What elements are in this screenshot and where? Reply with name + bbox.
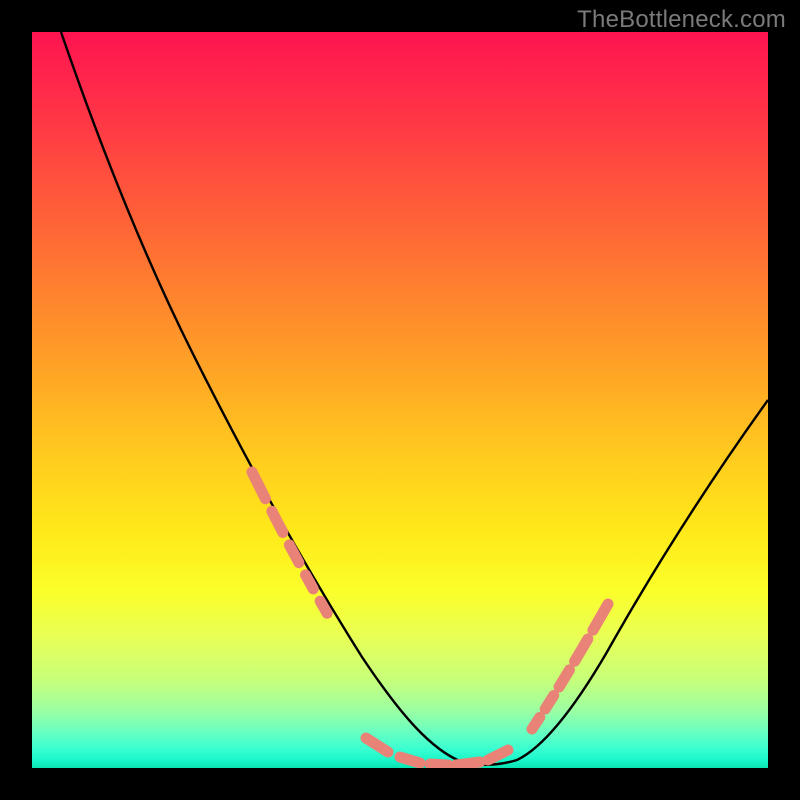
chart-plot-area [32, 32, 768, 768]
curve-highlight-bottom-seg [400, 757, 420, 763]
curve-highlight-bottom-seg [488, 750, 508, 760]
curve-highlight-bottom-group [366, 738, 508, 765]
curve-highlight-bottom-seg [456, 762, 480, 765]
curve-main-black [61, 32, 768, 765]
curve-highlight-left [252, 472, 337, 630]
curve-highlight-bottom-seg [366, 738, 388, 752]
bottleneck-curve-svg [32, 32, 768, 768]
app-frame: TheBottleneck.com [0, 0, 800, 800]
watermark-text: TheBottleneck.com [577, 6, 786, 34]
curve-highlight-bottom-seg [430, 764, 448, 765]
